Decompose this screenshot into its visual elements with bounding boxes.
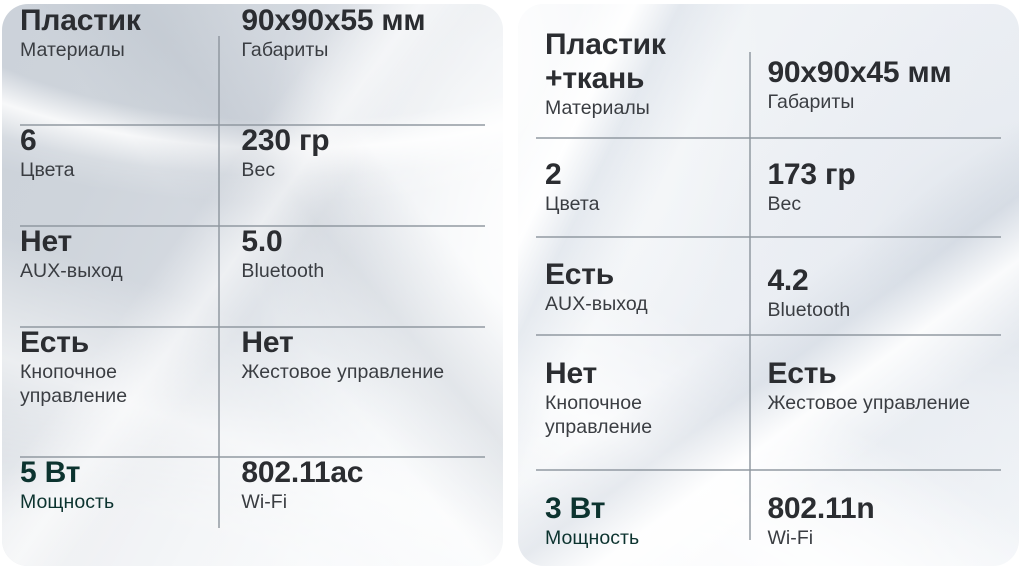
spec-row: Пластик Материалы 90x90x55 мм Габариты — [2, 4, 503, 124]
spec-cell-materials: Пластик Материалы — [2, 4, 217, 124]
spec-value: 90x90x55 мм — [241, 4, 426, 37]
spec-label: Bluetooth — [767, 299, 851, 321]
spec-label: Материалы — [20, 39, 125, 61]
spec-card-right: Пластик +ткань Материалы 90x90x45 мм Габа… — [518, 4, 1019, 566]
spec-label: Жестовое управление — [767, 392, 971, 414]
spec-value: 90x90x45 мм — [767, 56, 952, 89]
spec-value: 4.2 — [767, 264, 809, 297]
spec-value: Есть — [20, 326, 90, 359]
spec-table-right: Пластик +ткань Материалы 90x90x45 мм Габа… — [518, 4, 1019, 566]
spec-value: Пластик — [20, 4, 141, 37]
spec-label: Вес — [767, 193, 802, 215]
spec-table-left: Пластик Материалы 90x90x55 мм Габариты 6… — [2, 4, 503, 566]
spec-value: 2 — [545, 158, 562, 191]
spec-label: Wi-Fi — [767, 527, 814, 549]
spec-cell-dimensions: 90x90x45 мм Габариты — [743, 56, 1019, 137]
spec-value: Нет — [545, 357, 598, 390]
spec-row: Есть Кнопочное управление Нет Жестовое у… — [2, 326, 503, 456]
spec-row: 2 Цвета 173 гр Вес — [518, 137, 1019, 236]
spec-label: Цвета — [545, 193, 600, 215]
spec-cell-materials: Пластик +ткань Материалы — [518, 28, 743, 137]
spec-value: Нет — [241, 326, 294, 359]
spec-label: Жестовое управление — [241, 361, 445, 383]
spec-cell-gesture-control: Есть Жестовое управление — [743, 357, 1019, 469]
spec-label: AUX-выход — [545, 293, 648, 315]
spec-value: 3 Вт — [545, 492, 606, 525]
spec-value: 230 гр — [241, 124, 330, 157]
spec-label: Материалы — [545, 97, 650, 119]
spec-value: 5.0 — [241, 225, 283, 258]
comparison-stage: Пластик Материалы 90x90x55 мм Габариты 6… — [0, 0, 1024, 576]
spec-row: Нет Кнопочное управление Есть Жестовое у… — [518, 334, 1019, 469]
column-divider — [749, 52, 751, 540]
spec-card-left: Пластик Материалы 90x90x55 мм Габариты 6… — [2, 4, 503, 566]
spec-cell-colors: 6 Цвета — [2, 124, 217, 225]
spec-value: 6 — [20, 124, 37, 157]
spec-value: Есть — [767, 357, 837, 390]
column-divider — [218, 36, 220, 528]
spec-label: Мощность — [20, 491, 115, 513]
spec-label: Цвета — [20, 159, 75, 181]
spec-cell-power: 3 Вт Мощность — [518, 492, 743, 566]
spec-cell-bluetooth: 5.0 Bluetooth — [217, 225, 503, 326]
spec-cell-wifi: 802.11ac Wi-Fi — [217, 456, 503, 566]
spec-label: Кнопочное управление — [20, 361, 128, 407]
spec-cell-aux-output: Есть AUX-выход — [518, 258, 743, 334]
spec-value: 5 Вт — [20, 456, 81, 489]
spec-label: Bluetooth — [241, 260, 325, 282]
spec-label: Габариты — [767, 91, 855, 113]
spec-cell-bluetooth: 4.2 Bluetooth — [743, 264, 1019, 334]
spec-value: 802.11ac — [241, 456, 364, 489]
spec-row: Пластик +ткань Материалы 90x90x45 мм Габа… — [518, 4, 1019, 137]
spec-value: 802.11n — [767, 492, 875, 525]
spec-row: Есть AUX-выход 4.2 Bluetooth — [518, 236, 1019, 334]
spec-label: AUX-выход — [20, 260, 123, 282]
spec-value: 173 гр — [767, 158, 856, 191]
spec-label: Вес — [241, 159, 276, 181]
spec-cell-weight: 230 гр Вес — [217, 124, 503, 225]
spec-cell-aux-output: Нет AUX-выход — [2, 225, 217, 326]
spec-cell-weight: 173 гр Вес — [743, 158, 1019, 236]
spec-cell-dimensions: 90x90x55 мм Габариты — [217, 4, 503, 124]
spec-cell-button-control: Нет Кнопочное управление — [518, 357, 743, 469]
spec-cell-power: 5 Вт Мощность — [2, 456, 217, 566]
spec-label: Мощность — [545, 527, 640, 549]
spec-cell-gesture-control: Нет Жестовое управление — [217, 326, 503, 456]
spec-label: Габариты — [241, 39, 329, 61]
spec-cell-button-control: Есть Кнопочное управление — [2, 326, 217, 456]
spec-value: Нет — [20, 225, 73, 258]
spec-row: Нет AUX-выход 5.0 Bluetooth — [2, 225, 503, 326]
spec-cell-wifi: 802.11n Wi-Fi — [743, 492, 1019, 566]
spec-value: Пластик +ткань — [545, 28, 666, 95]
spec-row: 6 Цвета 230 гр Вес — [2, 124, 503, 225]
spec-label: Кнопочное управление — [545, 392, 653, 438]
spec-value: Есть — [545, 258, 615, 291]
spec-row: 5 Вт Мощность 802.11ac Wi-Fi — [2, 456, 503, 566]
spec-cell-colors: 2 Цвета — [518, 158, 743, 236]
spec-row: 3 Вт Мощность 802.11n Wi-Fi — [518, 469, 1019, 566]
spec-label: Wi-Fi — [241, 491, 288, 513]
